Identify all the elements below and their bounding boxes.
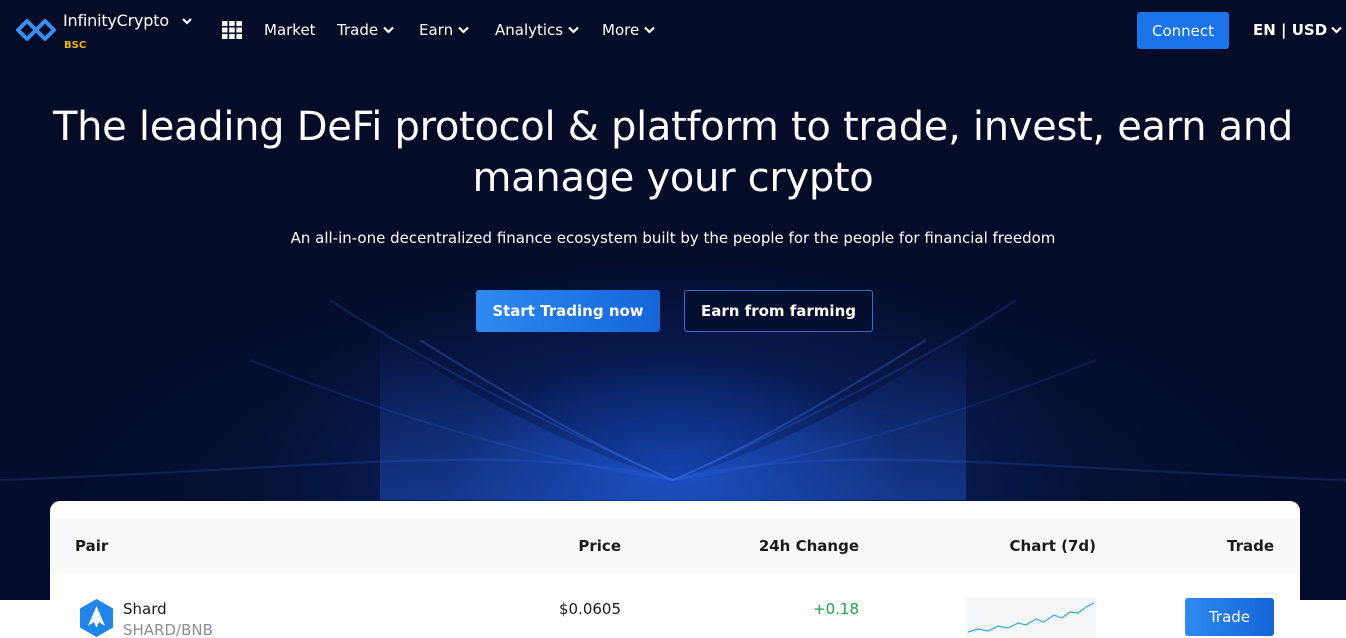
header-trade: Trade <box>1226 537 1274 555</box>
chevron-down-icon <box>383 26 394 34</box>
chevron-down-icon <box>1331 26 1342 34</box>
nav-market[interactable]: Market <box>264 21 316 39</box>
connect-wallet-button[interactable]: Connect <box>1137 12 1229 49</box>
token-24h-change: +0.18 <box>813 600 859 618</box>
trade-button[interactable]: Trade <box>1185 598 1274 636</box>
market-table: Pair Price 24h Change Chart (7d) Trade S… <box>50 501 1300 638</box>
language-currency-selector[interactable]: EN | USD <box>1253 21 1342 39</box>
table-header: Pair Price 24h Change Chart (7d) Trade <box>50 518 1300 574</box>
token-pair: SHARD/BNB <box>123 621 213 638</box>
network-badge: BSC <box>64 40 87 51</box>
header-chart: Chart (7d) <box>1009 537 1096 555</box>
start-trading-button[interactable]: Start Trading now <box>476 290 660 332</box>
infinity-logo-icon[interactable] <box>14 14 58 46</box>
chevron-down-icon <box>458 26 469 34</box>
nav-earn[interactable]: Earn <box>419 21 469 39</box>
nav-more-label: More <box>602 21 640 39</box>
header-24h-change: 24h Change <box>758 537 859 555</box>
nav-earn-label: Earn <box>419 21 454 39</box>
hero-subtitle: An all-in-one decentralized finance ecos… <box>290 229 1056 247</box>
nav-trade-label: Trade <box>337 21 379 39</box>
header-pair: Pair <box>75 537 109 555</box>
chevron-down-icon[interactable] <box>181 15 193 27</box>
hero-title: The leading DeFi protocol & platform to … <box>52 104 1294 201</box>
nav-more[interactable]: More <box>602 21 655 39</box>
chevron-down-icon <box>568 26 579 34</box>
nav-trade[interactable]: Trade <box>337 21 394 39</box>
nav-market-label: Market <box>264 21 316 39</box>
token-name: Shard <box>123 600 167 618</box>
token-price: $0.0605 <box>558 600 621 618</box>
shard-token-icon <box>80 599 113 637</box>
price-sparkline <box>966 598 1096 638</box>
grid-icon[interactable] <box>222 21 242 39</box>
locale-label: EN | USD <box>1253 21 1328 39</box>
nav-analytics[interactable]: Analytics <box>495 21 579 39</box>
table-row[interactable]: Shard SHARD/BNB $0.0605 +0.18 Trade <box>50 574 1300 638</box>
chevron-down-icon <box>644 26 655 34</box>
brand-name[interactable]: InfinityCrypto <box>63 11 169 30</box>
top-navigation-bar: InfinityCrypto BSC Market Trade Earn Ana… <box>0 0 1346 62</box>
nav-analytics-label: Analytics <box>495 21 564 39</box>
header-price: Price <box>578 537 621 555</box>
earn-farming-button[interactable]: Earn from farming <box>684 290 873 332</box>
